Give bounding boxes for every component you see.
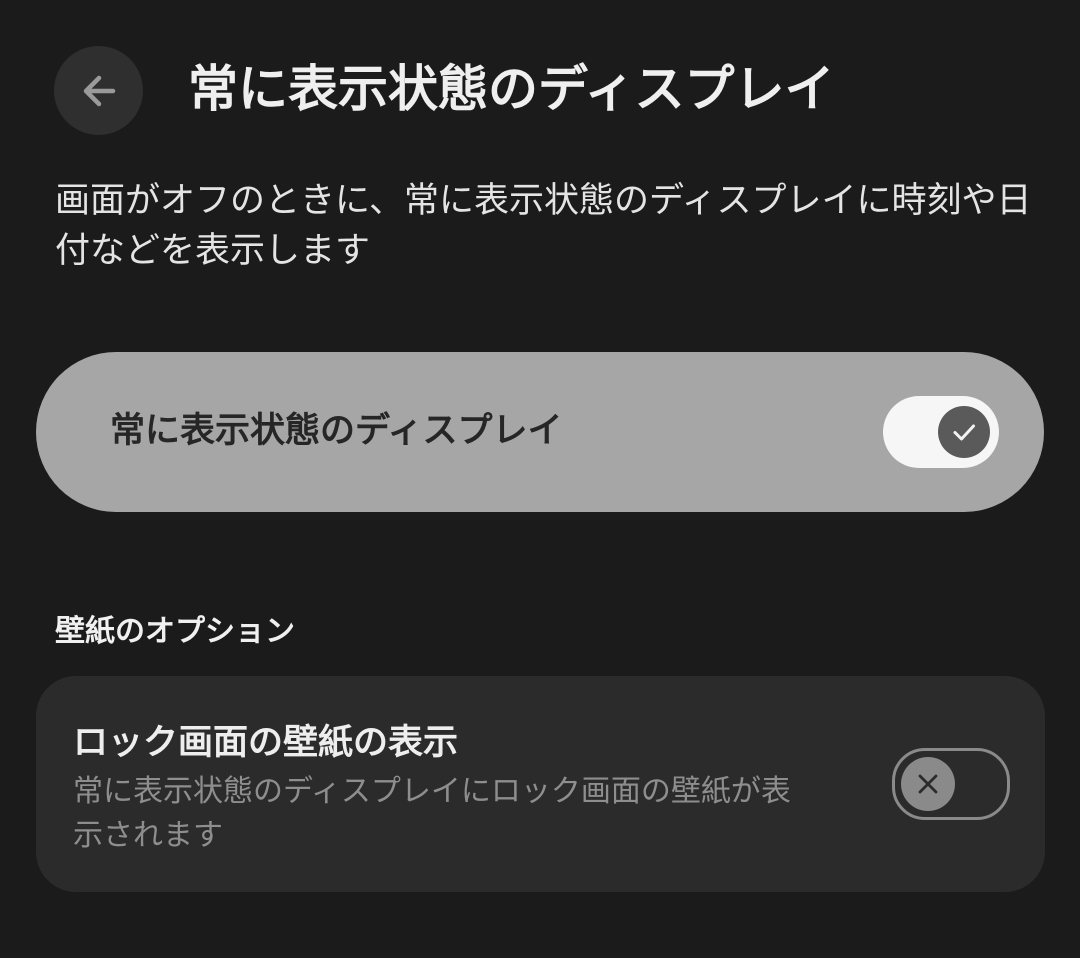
settings-page: 常に表示状態のディスプレイ 画面がオフのときに、常に表示状態のディスプレイに時刻…: [0, 0, 1080, 958]
lock-screen-wallpaper-title: ロック画面の壁紙の表示: [73, 723, 459, 763]
lock-screen-wallpaper-switch[interactable]: [892, 748, 1010, 820]
check-icon: [953, 424, 975, 441]
always-on-display-label: 常に表示状態のディスプレイ: [110, 411, 563, 451]
wallpaper-options-header: 壁紙のオプション: [55, 614, 295, 649]
lock-screen-wallpaper-row[interactable]: ロック画面の壁紙の表示 常に表示状態のディスプレイにロック画面の壁紙が表示されま…: [36, 676, 1045, 892]
arrow-back-icon: [83, 75, 115, 106]
close-icon: [918, 774, 938, 794]
page-title: 常に表示状態のディスプレイ: [188, 60, 835, 118]
back-button[interactable]: [54, 46, 143, 135]
always-on-display-toggle-row[interactable]: 常に表示状態のディスプレイ: [36, 352, 1044, 512]
page-description: 画面がオフのときに、常に表示状態のディスプレイに時刻や日付などを表示します: [55, 181, 1032, 271]
switch-thumb: [938, 406, 990, 458]
always-on-display-switch[interactable]: [883, 396, 999, 468]
switch-thumb: [901, 757, 955, 811]
lock-screen-wallpaper-description: 常に表示状態のディスプレイにロック画面の壁紙が表示されます: [73, 774, 791, 853]
